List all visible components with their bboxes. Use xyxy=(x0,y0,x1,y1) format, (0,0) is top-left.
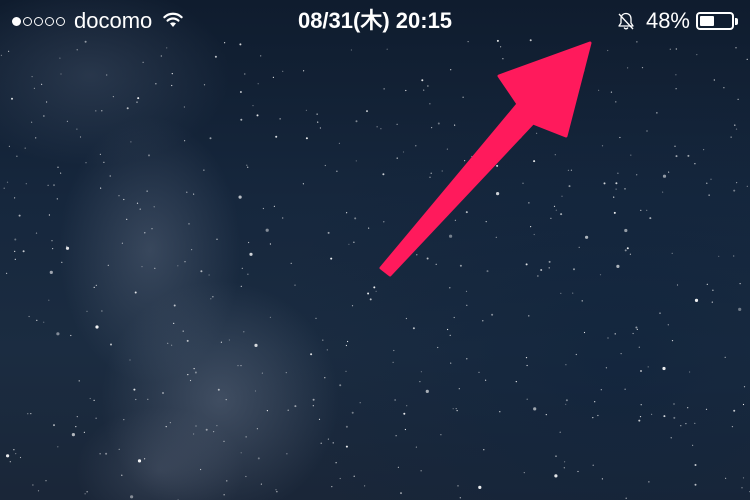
lock-screen: docomo 08/31(木) 20:15 48% xyxy=(0,0,750,500)
arrow-shape xyxy=(379,41,592,277)
pointer-arrow-icon xyxy=(379,41,592,277)
